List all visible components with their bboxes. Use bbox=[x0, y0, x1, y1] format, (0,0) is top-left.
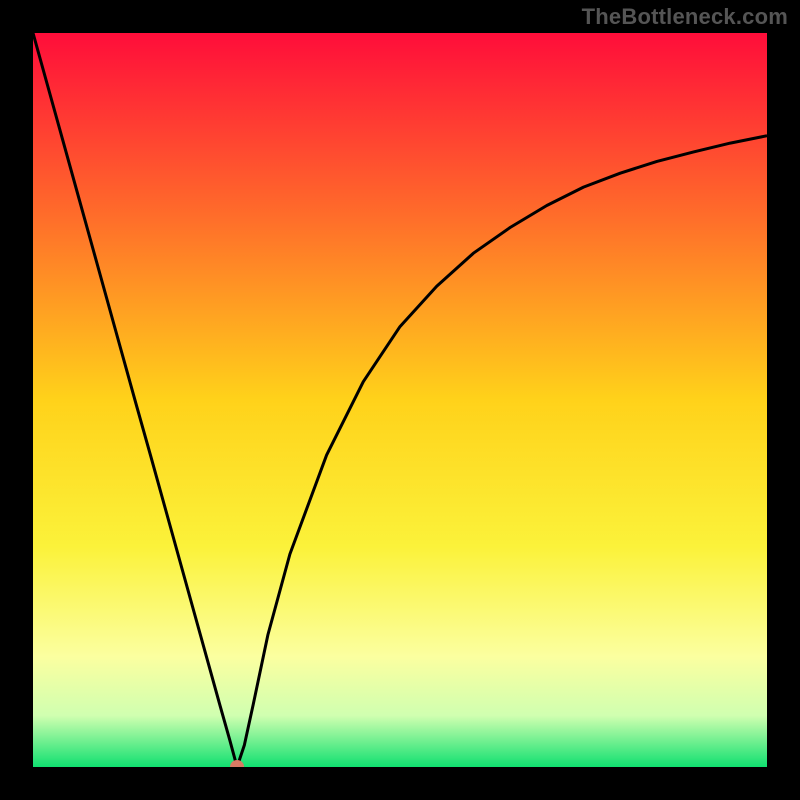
plot-area bbox=[33, 33, 767, 767]
watermark-text: TheBottleneck.com bbox=[582, 4, 788, 30]
chart-frame: TheBottleneck.com bbox=[0, 0, 800, 800]
plot-svg bbox=[33, 33, 767, 767]
gradient-background bbox=[33, 33, 767, 767]
